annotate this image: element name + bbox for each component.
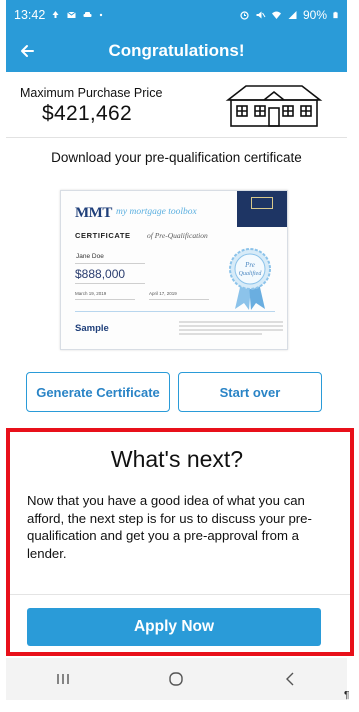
certificate-heading: CERTIFICATE bbox=[75, 231, 131, 240]
whats-next-title: What's next? bbox=[110, 446, 244, 472]
apply-now-button[interactable]: Apply Now bbox=[27, 608, 321, 646]
paragraph-mark: ¶ bbox=[344, 690, 350, 701]
system-back-button[interactable] bbox=[270, 664, 310, 694]
home-icon bbox=[169, 672, 184, 686]
divider bbox=[75, 263, 145, 264]
price-summary: Maximum Purchase Price $421,462 bbox=[20, 86, 162, 126]
recent-apps-button[interactable] bbox=[43, 664, 83, 694]
battery-percent: 90% bbox=[302, 8, 327, 22]
price-value: $421,462 bbox=[42, 102, 132, 125]
arrow-left-icon bbox=[21, 45, 34, 57]
divider bbox=[10, 594, 350, 595]
certificate-amount: $888,000 bbox=[75, 267, 126, 281]
divider bbox=[149, 299, 209, 300]
back-icon bbox=[286, 672, 294, 686]
house-icon bbox=[225, 85, 323, 127]
certificate-date-expires: April 17, 2019 bbox=[149, 291, 177, 296]
status-bar: 13:42 90% bbox=[6, 0, 347, 30]
app-bar: Congratulations! bbox=[6, 30, 347, 72]
certificate-brand-banner bbox=[237, 191, 287, 227]
divider bbox=[75, 311, 275, 312]
page-title: Congratulations! bbox=[108, 41, 245, 60]
mute-icon bbox=[256, 11, 266, 19]
bank-icon bbox=[251, 197, 273, 209]
dot-icon bbox=[100, 13, 103, 17]
price-label: Maximum Purchase Price bbox=[20, 86, 163, 100]
recent-apps-icon bbox=[57, 674, 69, 684]
certificate-heading-suffix: of Pre-Qualification bbox=[147, 231, 208, 240]
svg-text:Qualified: Qualified bbox=[239, 270, 263, 277]
generate-certificate-button[interactable]: Generate Certificate bbox=[26, 372, 170, 412]
download-heading: Download your pre-qualification certific… bbox=[51, 150, 302, 165]
divider bbox=[75, 299, 135, 300]
signal-icon bbox=[288, 11, 297, 19]
certificate-watermark: Sample bbox=[75, 323, 109, 334]
wifi-icon bbox=[271, 11, 281, 19]
car-icon bbox=[83, 12, 92, 17]
home-button[interactable] bbox=[156, 664, 196, 694]
back-button[interactable] bbox=[6, 30, 48, 72]
certificate-fine-print bbox=[179, 321, 283, 337]
divider bbox=[6, 137, 347, 138]
start-over-button[interactable]: Start over bbox=[178, 372, 322, 412]
certificate-tagline: my mortgage toolbox bbox=[116, 207, 197, 217]
mail-icon bbox=[67, 11, 77, 18]
certificate-preview[interactable]: MMT my mortgage toolbox CERTIFICATE of P… bbox=[60, 190, 288, 350]
seal-icon: Pre Qualified bbox=[229, 248, 271, 310]
status-time: 13:42 bbox=[14, 8, 46, 22]
whats-next-body: Now that you have a good idea of what yo… bbox=[27, 493, 312, 561]
certificate-date-issued: March 19, 2019 bbox=[75, 291, 107, 296]
certificate-logo: MMT bbox=[75, 205, 112, 221]
divider bbox=[75, 283, 145, 284]
svg-text:Pre: Pre bbox=[244, 261, 255, 269]
upload-icon bbox=[52, 11, 59, 18]
battery-icon bbox=[333, 11, 338, 19]
system-nav-bar bbox=[6, 658, 347, 700]
alarm-icon bbox=[240, 11, 249, 20]
certificate-name: Jane Doe bbox=[76, 253, 104, 260]
